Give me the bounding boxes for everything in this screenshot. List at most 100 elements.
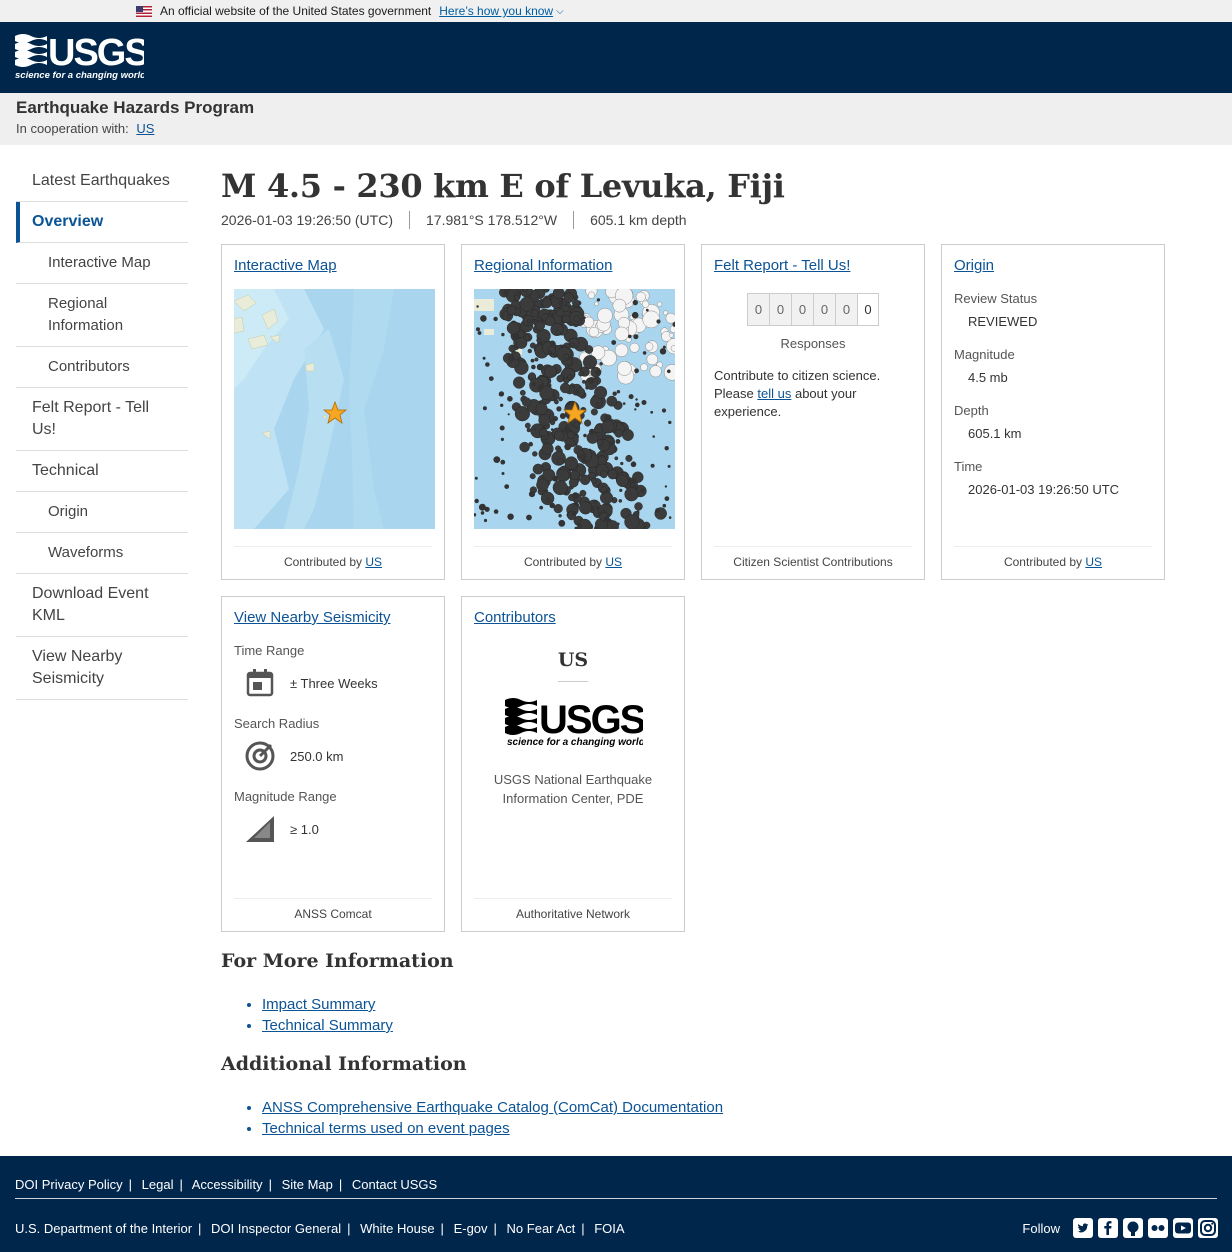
sidebar-item-technical[interactable]: Technical bbox=[16, 451, 188, 492]
card-footer-interactive-map: Contributed by US bbox=[234, 546, 432, 569]
counter-digit: 0 bbox=[769, 293, 791, 326]
gov-banner-link[interactable]: Here’s how you know bbox=[439, 4, 553, 18]
event-time: 2026-01-03 19:26:50 (UTC) bbox=[221, 212, 393, 228]
site-footer: DOI Privacy Policy | Legal | Accessibility… bbox=[0, 1156, 1232, 1252]
counter-digit: 0 bbox=[857, 293, 879, 326]
card-footer-contributors: Authoritative Network bbox=[474, 898, 672, 921]
card-interactive-map: Interactive Map Contributed by US bbox=[221, 244, 445, 580]
event-depth: 605.1 km depth bbox=[573, 211, 703, 229]
card-origin: Origin Review Status REVIEWED Magnitude … bbox=[941, 244, 1165, 580]
footer-links-secondary: U.S. Department of the Interior | DOI Ins… bbox=[15, 1221, 625, 1236]
search-radius-row: 250.0 km bbox=[234, 739, 432, 773]
card-contributors: Contributors US USGS science for a chang… bbox=[461, 596, 685, 932]
technical-terms-link[interactable]: Technical terms used on event pages bbox=[262, 1120, 510, 1137]
sidebar-item-interactive-map[interactable]: Interactive Map bbox=[16, 243, 188, 284]
contributor-divider bbox=[558, 681, 588, 682]
svg-text:USGS: USGS bbox=[539, 698, 643, 742]
calendar-icon bbox=[238, 666, 282, 700]
instagram-icon[interactable] bbox=[1198, 1218, 1218, 1238]
footer-link-legal[interactable]: Legal bbox=[142, 1177, 174, 1192]
contributor-usgs-logo: USGS science for a changing world bbox=[474, 696, 672, 748]
event-meta: 2026-01-03 19:26:50 (UTC) 17.981°S 178.5… bbox=[221, 211, 1181, 229]
cooperation-line: In cooperation with: US bbox=[16, 121, 1216, 136]
card-footer-regional-information: Contributed by US bbox=[474, 546, 672, 569]
twitter-icon[interactable] bbox=[1073, 1218, 1093, 1238]
footer-link-inspector-general[interactable]: DOI Inspector General bbox=[211, 1221, 341, 1236]
depth-value: 605.1 km bbox=[968, 426, 1022, 441]
svg-text:USGS: USGS bbox=[48, 32, 144, 74]
footer-link-no-fear[interactable]: No Fear Act bbox=[507, 1221, 576, 1236]
contributor-code: US bbox=[557, 649, 589, 671]
technical-summary-link[interactable]: Technical Summary bbox=[262, 1017, 393, 1034]
sidebar-item-origin[interactable]: Origin bbox=[16, 492, 188, 533]
felt-responses-label: Responses bbox=[780, 336, 846, 351]
gov-banner-text: An official website of the United States… bbox=[160, 4, 432, 18]
svg-text:science for a changing world: science for a changing world bbox=[507, 737, 643, 748]
magnitude-value: 4.5 mb bbox=[968, 370, 1008, 385]
follow-social: Follow bbox=[1022, 1218, 1218, 1238]
more-info-list: Impact Summary Technical Summary bbox=[244, 994, 393, 1036]
footer-link-privacy[interactable]: DOI Privacy Policy bbox=[15, 1177, 123, 1192]
more-info-heading: For More Information bbox=[221, 950, 454, 972]
gov-banner: An official website of the United States… bbox=[0, 0, 1232, 22]
site-header: USGS science for a changing world bbox=[0, 22, 1232, 93]
sidebar-item-regional-information[interactable]: Regional Information bbox=[16, 284, 188, 347]
time-range-value: ± Three Weeks bbox=[290, 675, 378, 691]
sidebar-item-waveforms[interactable]: Waveforms bbox=[16, 533, 188, 574]
usgs-logo[interactable]: USGS science for a changing world bbox=[14, 30, 150, 82]
event-title: M 4.5 - 230 km E of Levuka, Fiji bbox=[221, 167, 785, 205]
cooperation-label: In cooperation with: bbox=[16, 121, 129, 136]
review-status-label: Review Status bbox=[954, 291, 1038, 306]
sidebar-item-contributors[interactable]: Contributors bbox=[16, 347, 188, 388]
sidebar-item-felt-report[interactable]: Felt Report - Tell Us! bbox=[16, 388, 188, 451]
footer-link-doi[interactable]: U.S. Department of the Interior bbox=[15, 1221, 192, 1236]
card-title-contributors[interactable]: Contributors bbox=[474, 609, 556, 626]
svg-text:science for a changing world: science for a changing world bbox=[15, 70, 144, 81]
card-nearby-seismicity: View Nearby Seismicity Time Range ± Thre… bbox=[221, 596, 445, 932]
card-title-interactive-map[interactable]: Interactive Map bbox=[234, 257, 337, 274]
chevron-down-icon[interactable]: ⌵ bbox=[556, 6, 564, 17]
felt-description: Contribute to citizen science. Please te… bbox=[714, 367, 912, 421]
interactive-map-thumbnail[interactable] bbox=[234, 289, 435, 529]
card-felt-report: Felt Report - Tell Us! 0 0 0 0 0 0 Respo… bbox=[701, 244, 925, 580]
footer-link-white-house[interactable]: White House bbox=[360, 1221, 434, 1236]
review-status-value: REVIEWED bbox=[968, 314, 1038, 329]
flickr-icon[interactable] bbox=[1148, 1218, 1168, 1238]
contributed-by-link[interactable]: US bbox=[365, 555, 382, 569]
search-radius-value: 250.0 km bbox=[290, 748, 344, 764]
tell-us-link[interactable]: tell us bbox=[757, 386, 791, 401]
github-icon[interactable] bbox=[1123, 1218, 1143, 1238]
contributed-by-link[interactable]: US bbox=[1085, 555, 1102, 569]
card-footer-nearby-seismicity: ANSS Comcat bbox=[234, 898, 432, 921]
card-title-nearby-seismicity[interactable]: View Nearby Seismicity bbox=[234, 609, 390, 626]
sidebar-item-overview[interactable]: Overview bbox=[16, 202, 188, 243]
footer-link-contact[interactable]: Contact USGS bbox=[352, 1177, 437, 1192]
comcat-documentation-link[interactable]: ANSS Comprehensive Earthquake Catalog (C… bbox=[262, 1099, 723, 1116]
card-title-origin[interactable]: Origin bbox=[954, 257, 994, 274]
felt-text-2: Please bbox=[714, 386, 754, 401]
event-location: 17.981°S 178.512°W bbox=[409, 211, 573, 229]
facebook-icon[interactable] bbox=[1098, 1218, 1118, 1238]
sidebar-item-latest-earthquakes[interactable]: Latest Earthquakes bbox=[16, 161, 188, 202]
impact-summary-link[interactable]: Impact Summary bbox=[262, 996, 375, 1013]
sidebar-item-nearby-seismicity[interactable]: View Nearby Seismicity bbox=[16, 637, 188, 700]
sidebar-item-download-kml[interactable]: Download Event KML bbox=[16, 574, 188, 637]
card-footer-origin: Contributed by US bbox=[954, 546, 1152, 569]
contributed-by-link[interactable]: US bbox=[605, 555, 622, 569]
time-range-row: ± Three Weeks bbox=[234, 666, 432, 700]
contributed-by-label: Contributed by bbox=[1003, 555, 1083, 569]
regional-map-thumbnail[interactable] bbox=[474, 289, 675, 529]
card-title-regional-information[interactable]: Regional Information bbox=[474, 257, 612, 274]
footer-link-egov[interactable]: E-gov bbox=[454, 1221, 488, 1236]
cooperation-link[interactable]: US bbox=[136, 121, 154, 136]
counter-digit: 0 bbox=[747, 293, 769, 326]
card-title-felt-report[interactable]: Felt Report - Tell Us! bbox=[714, 257, 850, 274]
magnitude-label: Magnitude bbox=[954, 347, 1015, 362]
program-title[interactable]: Earthquake Hazards Program bbox=[16, 98, 1216, 118]
magnitude-range-label: Magnitude Range bbox=[234, 789, 337, 804]
footer-link-foia[interactable]: FOIA bbox=[594, 1221, 624, 1236]
contributor-name: USGS National Earthquake Information Cen… bbox=[493, 772, 653, 806]
footer-link-sitemap[interactable]: Site Map bbox=[282, 1177, 333, 1192]
youtube-icon[interactable] bbox=[1173, 1218, 1193, 1238]
footer-link-accessibility[interactable]: Accessibility bbox=[192, 1177, 263, 1192]
